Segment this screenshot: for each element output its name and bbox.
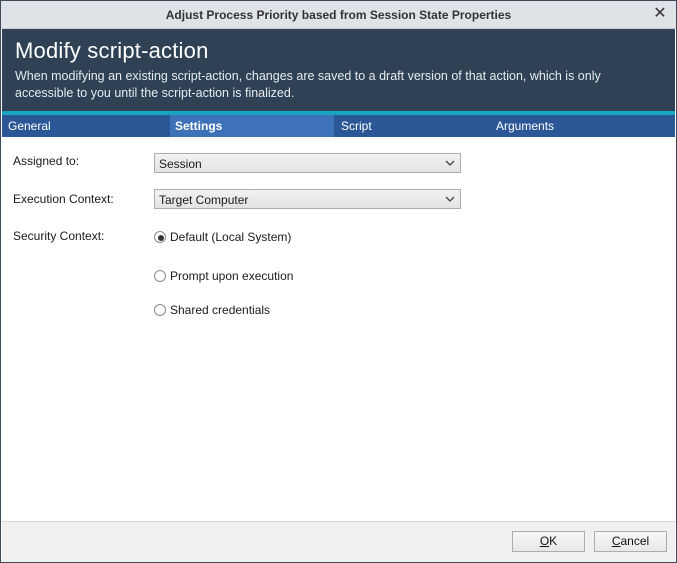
dialog-window: Adjust Process Priority based from Sessi…: [0, 0, 677, 563]
tab-arguments[interactable]: Arguments: [496, 115, 554, 137]
radio-selected-dot: [158, 235, 164, 241]
assigned-to-select[interactable]: Session: [154, 153, 461, 173]
radio-circle: [154, 270, 166, 282]
tab-bar: General Settings Script Arguments: [2, 115, 675, 137]
execution-context-select[interactable]: Target Computer: [154, 189, 461, 209]
dialog-footer: OK Cancel: [2, 521, 675, 562]
chevron-down-icon: [445, 196, 455, 202]
close-icon[interactable]: ✕: [652, 5, 668, 23]
ok-button[interactable]: OK: [512, 531, 585, 552]
tab-general[interactable]: General: [8, 115, 51, 137]
dialog-header: Modify script-action When modifying an e…: [2, 29, 675, 111]
assigned-to-value: Session: [159, 157, 202, 171]
settings-panel: Assigned to: Session Execution Context: …: [2, 137, 675, 521]
execution-context-label: Execution Context:: [13, 192, 114, 206]
radio-circle: [154, 304, 166, 316]
tab-settings[interactable]: Settings: [170, 115, 334, 137]
header-description: When modifying an existing script-action…: [15, 69, 601, 100]
security-context-label: Security Context:: [13, 229, 105, 243]
title-bar[interactable]: Adjust Process Priority based from Sessi…: [1, 1, 676, 29]
chevron-down-icon: [445, 160, 455, 166]
radio-circle: [154, 231, 166, 243]
cancel-button[interactable]: Cancel: [594, 531, 667, 552]
assigned-to-label: Assigned to:: [13, 154, 80, 168]
tab-script[interactable]: Script: [341, 115, 372, 137]
radio-label: Prompt upon execution: [170, 269, 294, 283]
radio-label: Shared credentials: [170, 303, 271, 317]
window-title: Adjust Process Priority based from Sessi…: [165, 8, 512, 22]
page-title: Modify script-action: [15, 38, 209, 63]
radio-label: Default (Local System): [170, 230, 292, 244]
execution-context-value: Target Computer: [159, 193, 249, 207]
